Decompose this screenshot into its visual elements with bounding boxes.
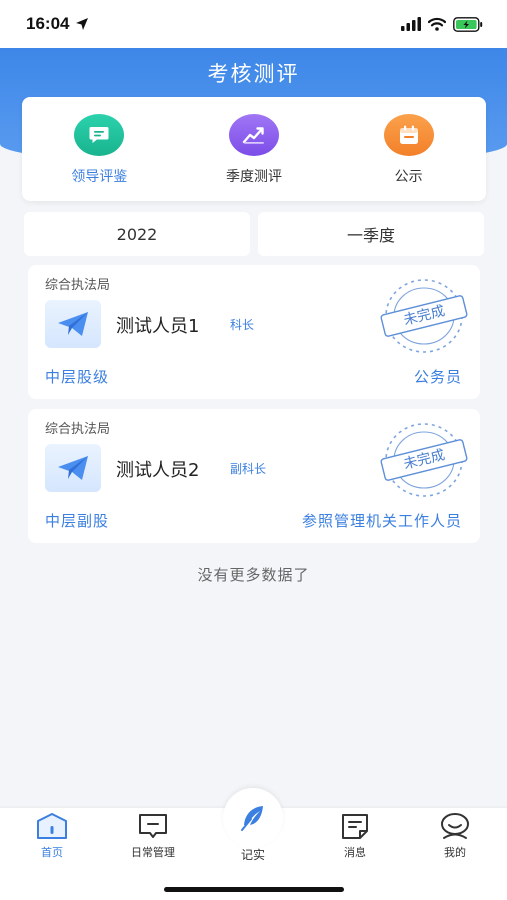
home-icon (37, 813, 67, 839)
menu-item-publicity[interactable]: 公示 (331, 97, 486, 201)
menu-item-leader-review[interactable]: 领导评鉴 (22, 97, 177, 201)
feather-icon (241, 806, 263, 831)
battery-charging-icon (453, 16, 483, 32)
record-name: 测试人员2 (116, 460, 200, 481)
tab-label: 首页 (41, 846, 63, 859)
document-icon (342, 814, 368, 839)
record-name: 测试人员1 (116, 316, 200, 337)
paper-plane-icon (45, 300, 101, 348)
status-time-text: 16:04 (26, 14, 70, 33)
record-level: 中层副股 (45, 512, 110, 530)
record-title: 副科长 (230, 462, 267, 476)
record-title: 科长 (230, 318, 255, 332)
status-bar: 16:04 (0, 0, 507, 48)
message-square-icon (139, 814, 167, 838)
tab-record-center[interactable] (223, 788, 283, 848)
incomplete-stamp: 未完成 (378, 277, 470, 355)
paper-plane-icon (45, 444, 101, 492)
location-arrow-icon (76, 18, 89, 30)
tab-home[interactable]: 首页 (7, 812, 97, 860)
tab-label: 记实 (240, 848, 265, 862)
record-department: 综合执法局 (45, 422, 111, 437)
signal-icon (401, 17, 421, 31)
year-filter[interactable]: 2022 (24, 212, 250, 256)
status-icons (401, 16, 483, 32)
no-more-data-text: 没有更多数据了 (197, 566, 310, 584)
record-card[interactable]: 综合执法局 测试人员1 科长 未完成 中层股级 公务员 (28, 265, 480, 399)
status-time: 16:04 (26, 14, 89, 34)
message-icon (74, 114, 125, 156)
home-indicator (164, 887, 344, 892)
tab-mine[interactable]: 我的 (410, 812, 500, 860)
page-title: 考核测评 (207, 62, 300, 86)
tab-label: 消息 (344, 846, 366, 859)
tab-label: 日常管理 (131, 846, 175, 859)
quarter-filter[interactable]: 一季度 (258, 212, 484, 256)
menu-label: 公示 (394, 169, 423, 185)
user-icon (441, 813, 469, 839)
record-type: 公务员 (413, 368, 462, 386)
record-type: 参照管理机关工作人员 (301, 512, 462, 530)
calendar-icon (383, 114, 434, 156)
record-level: 中层股级 (45, 368, 110, 386)
tab-label: 我的 (444, 846, 466, 859)
record-card[interactable]: 综合执法局 测试人员2 副科长 未完成 中层副股 参照管理机关工作人员 (28, 409, 480, 543)
menu-card: 领导评鉴 季度测评 公示 (22, 97, 486, 201)
menu-item-quarterly-review[interactable]: 季度测评 (177, 97, 332, 201)
menu-label: 领导评鉴 (71, 169, 128, 185)
wifi-icon (428, 17, 446, 31)
record-department: 综合执法局 (45, 278, 111, 293)
tab-daily-management[interactable]: 日常管理 (108, 812, 198, 860)
tab-bar: 首页 日常管理 记实 消息 我的 (0, 788, 507, 900)
menu-label: 季度测评 (226, 169, 282, 185)
tab-messages[interactable]: 消息 (310, 812, 400, 860)
incomplete-stamp: 未完成 (378, 421, 470, 499)
chart-icon (229, 114, 279, 156)
